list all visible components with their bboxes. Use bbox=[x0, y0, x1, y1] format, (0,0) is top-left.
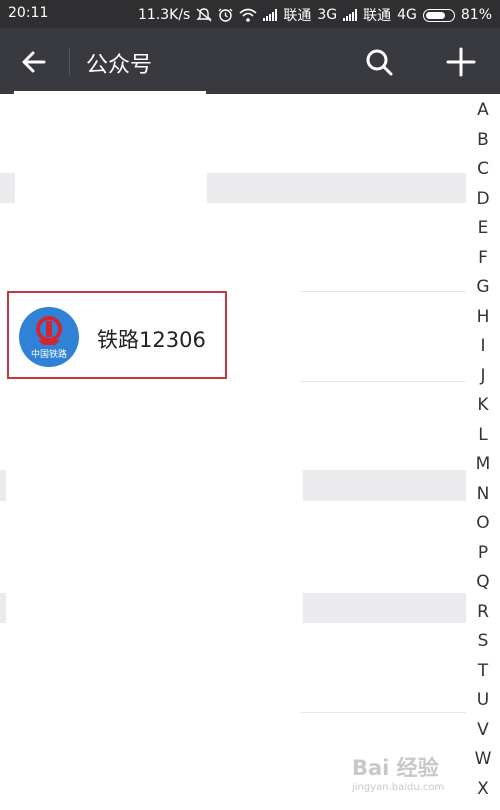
index-letter[interactable]: W bbox=[466, 745, 500, 775]
status-right-group: 11.3K/s 联通 3G 联通 4G 81% bbox=[138, 5, 492, 25]
header-underline bbox=[14, 91, 206, 94]
section-header-band bbox=[0, 470, 6, 501]
mute-bell-icon bbox=[196, 8, 213, 22]
battery-fill bbox=[425, 11, 446, 19]
alphabet-index-bar[interactable]: ABCDEFGHIJKLMNOPQRSTUVWX bbox=[466, 96, 500, 804]
index-letter[interactable]: H bbox=[466, 303, 500, 333]
network-type-2: 4G bbox=[397, 7, 417, 23]
index-letter[interactable]: O bbox=[466, 509, 500, 539]
index-letter[interactable]: K bbox=[466, 391, 500, 421]
list-item-label: 铁路12306 bbox=[97, 328, 206, 352]
index-letter[interactable]: R bbox=[466, 598, 500, 628]
blank-block bbox=[15, 170, 207, 206]
watermark-text: Bai 经验 bbox=[352, 756, 439, 780]
network-speed: 11.3K/s bbox=[137, 7, 191, 23]
list-item[interactable]: 中国铁路 铁路12306 bbox=[7, 291, 227, 379]
battery-percent: 81% bbox=[460, 7, 492, 23]
index-letter[interactable]: L bbox=[466, 421, 500, 451]
search-icon[interactable] bbox=[362, 45, 396, 79]
signal-icon bbox=[263, 9, 278, 21]
status-time: 20:11 bbox=[8, 5, 49, 21]
row-divider bbox=[300, 381, 466, 382]
index-letter[interactable]: X bbox=[466, 775, 500, 805]
index-letter[interactable]: U bbox=[466, 686, 500, 716]
index-letter[interactable]: B bbox=[466, 126, 500, 156]
wifi-icon bbox=[239, 8, 257, 22]
carrier-2: 联通 bbox=[363, 8, 392, 24]
index-letter[interactable]: E bbox=[466, 214, 500, 244]
index-letter[interactable]: T bbox=[466, 657, 500, 687]
index-letter[interactable]: G bbox=[466, 273, 500, 303]
index-letter[interactable]: A bbox=[466, 96, 500, 126]
index-letter[interactable]: M bbox=[466, 450, 500, 480]
page-title: 公众号 bbox=[86, 53, 153, 78]
index-letter[interactable]: D bbox=[466, 185, 500, 215]
index-letter[interactable]: Q bbox=[466, 568, 500, 598]
avatar-text: 中国铁路 bbox=[31, 348, 67, 360]
network-type-1: 3G bbox=[317, 7, 338, 23]
index-letter[interactable]: I bbox=[466, 332, 500, 362]
back-arrow-icon[interactable] bbox=[18, 46, 50, 78]
alarm-icon bbox=[218, 8, 233, 22]
row-divider bbox=[300, 712, 466, 713]
index-letter[interactable]: F bbox=[466, 244, 500, 274]
section-header-band bbox=[0, 593, 6, 623]
section-header-band bbox=[303, 470, 466, 501]
watermark-subtext: jingyan.baidu.com bbox=[352, 782, 445, 793]
carrier-1: 联通 bbox=[283, 8, 312, 24]
header-divider bbox=[69, 48, 70, 76]
plus-icon[interactable] bbox=[444, 45, 478, 79]
baidu-watermark: Bai 经验 jingyan.baidu.com bbox=[352, 752, 444, 793]
index-letter[interactable]: C bbox=[466, 155, 500, 185]
section-header-band bbox=[303, 593, 466, 623]
index-letter[interactable]: P bbox=[466, 539, 500, 569]
index-letter[interactable]: S bbox=[466, 627, 500, 657]
index-letter[interactable]: N bbox=[466, 480, 500, 510]
row-divider bbox=[300, 291, 466, 292]
app-bar: 公众号 bbox=[0, 28, 500, 94]
battery-icon bbox=[422, 8, 455, 22]
signal-icon bbox=[343, 9, 358, 21]
index-letter[interactable]: V bbox=[466, 716, 500, 746]
index-letter[interactable]: J bbox=[466, 362, 500, 392]
status-bar: 20:11 11.3K/s 联通 3G 联通 4G 81% bbox=[0, 0, 500, 28]
railway-logo-avatar: 中国铁路 bbox=[19, 307, 79, 367]
